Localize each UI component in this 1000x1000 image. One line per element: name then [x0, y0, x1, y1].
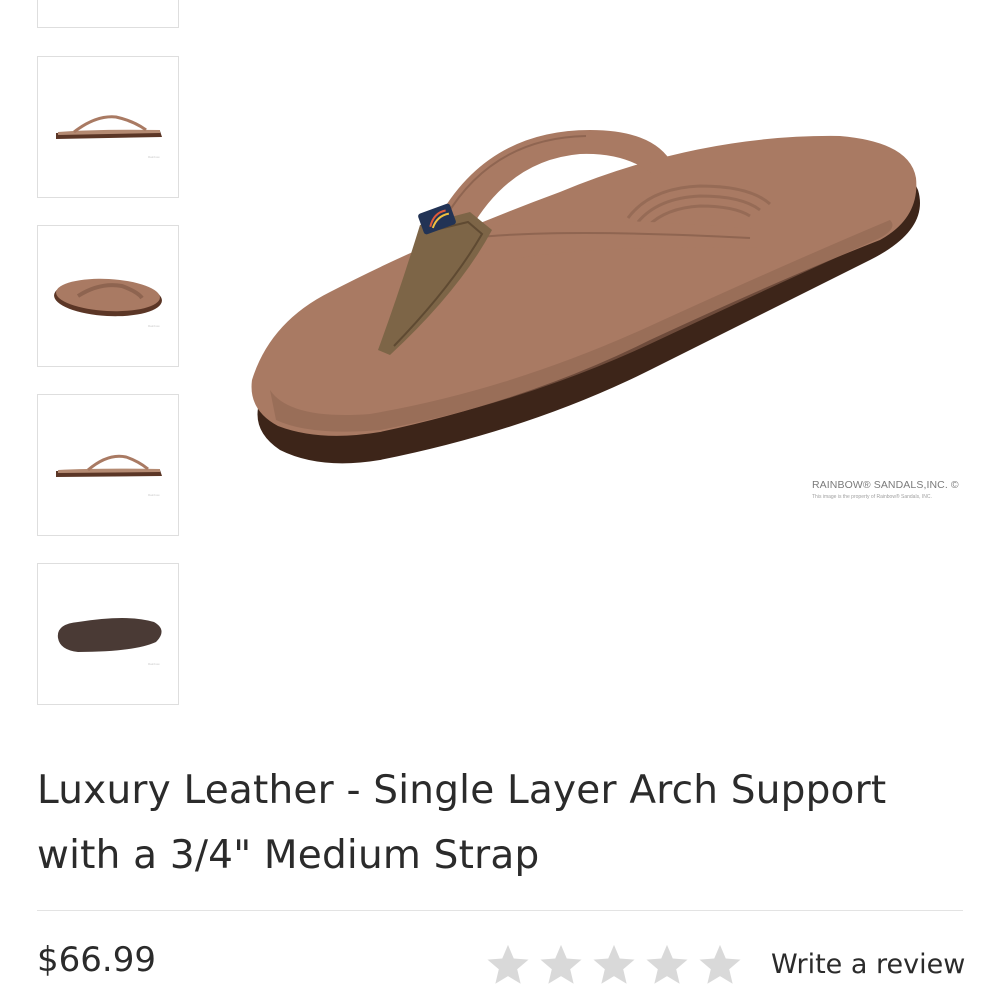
- star-icon[interactable]: [538, 942, 584, 988]
- product-page: Rainbow Rainbow Rainbow Rainbow RAINBOW®…: [0, 0, 1000, 1000]
- svg-text:Rainbow: Rainbow: [148, 662, 161, 666]
- star-icon[interactable]: [485, 942, 531, 988]
- thumbnail-side-view-2[interactable]: Rainbow: [37, 394, 179, 536]
- sandal-angled-view-icon: Rainbow: [54, 278, 162, 328]
- svg-text:Rainbow: Rainbow: [148, 324, 161, 328]
- image-watermark-subtext: This image is the property of Rainbow® S…: [812, 494, 932, 500]
- sandal-sole-view-icon: Rainbow: [57, 618, 162, 666]
- write-review-link[interactable]: Write a review: [771, 949, 965, 980]
- thumbnail-angled-view[interactable]: Rainbow: [37, 225, 179, 367]
- rating-stars[interactable]: [485, 942, 743, 988]
- star-icon[interactable]: [644, 942, 690, 988]
- thumbnail-side-view[interactable]: Rainbow: [37, 56, 179, 198]
- product-title-line2: with a 3/4" Medium Strap: [37, 833, 540, 878]
- main-product-image[interactable]: [230, 100, 970, 520]
- divider: [37, 910, 963, 911]
- sandal-main-image: [251, 130, 920, 464]
- thumbnail-0[interactable]: [37, 0, 179, 28]
- image-watermark: RAINBOW® SANDALS,INC. ©: [812, 479, 959, 491]
- sandal-side-view-icon: Rainbow: [56, 115, 162, 159]
- product-title-line1: Luxury Leather - Single Layer Arch Suppo…: [37, 768, 887, 813]
- product-price: $66.99: [37, 940, 156, 980]
- sandal-side-view-icon: Rainbow: [56, 454, 162, 497]
- star-icon[interactable]: [591, 942, 637, 988]
- svg-text:Rainbow: Rainbow: [148, 493, 161, 497]
- star-icon[interactable]: [697, 942, 743, 988]
- svg-text:Rainbow: Rainbow: [148, 155, 161, 159]
- product-title: Luxury Leather - Single Layer Arch Suppo…: [37, 758, 967, 888]
- thumbnail-sole-view[interactable]: Rainbow: [37, 563, 179, 705]
